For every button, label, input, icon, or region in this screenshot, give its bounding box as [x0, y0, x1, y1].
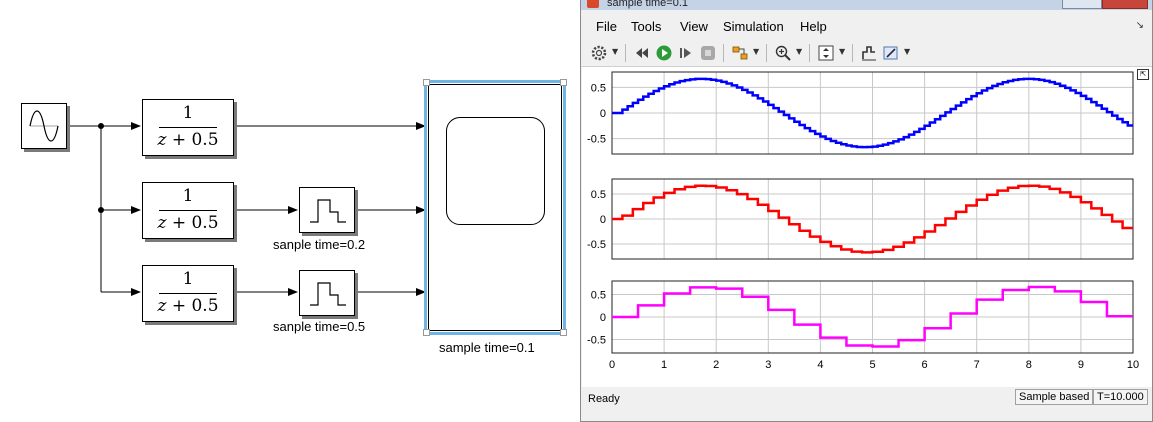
tf-numerator: 1: [182, 186, 194, 206]
zero-order-hold-block-1[interactable]: [299, 187, 355, 233]
scope-axes-1: 0.5 0 -0.5: [587, 71, 1134, 155]
matlab-icon: [587, 0, 599, 8]
zoom-icon[interactable]: [774, 44, 792, 62]
tf-numerator: 1: [182, 103, 194, 123]
zoh-label-1: sanple time=0.2: [273, 237, 366, 252]
transfer-function-block-2[interactable]: 1 z + 0.5: [142, 182, 234, 239]
sine-wave-icon: [29, 110, 59, 142]
window-controls: [1062, 0, 1148, 9]
x-tick-label: 6: [922, 359, 928, 371]
status-ready: Ready: [588, 393, 620, 405]
x-tick-label: 2: [713, 359, 719, 371]
tf-denominator: z + 0.5: [143, 296, 233, 316]
maximize-button[interactable]: [1062, 0, 1102, 9]
menu-file[interactable]: File: [596, 19, 617, 34]
rewind-icon[interactable]: [633, 44, 651, 62]
transfer-function-block-3[interactable]: 1 z + 0.5: [142, 265, 234, 322]
resize-handle[interactable]: [560, 79, 567, 86]
resize-handle[interactable]: [423, 79, 430, 86]
y-tick-label: -0.5: [587, 239, 606, 251]
simulink-diagram: 1 z + 0.5 1 z + 0.5 1 z + 0.5 sanple tim…: [0, 0, 580, 422]
window-title: sample time=0.1: [607, 0, 689, 9]
gear-icon[interactable]: [590, 44, 608, 62]
tf-denominator: z + 0.5: [143, 213, 233, 233]
x-tick-label: 7: [974, 359, 980, 371]
y-tick-label: -0.5: [587, 134, 606, 146]
x-tick-label: 1: [661, 359, 667, 371]
tf-constant: + 0.5: [166, 130, 219, 150]
menu-simulation[interactable]: Simulation: [723, 19, 784, 34]
scope-label: sample time=0.1: [439, 340, 535, 355]
x-tick-label: 5: [869, 359, 875, 371]
cursor-icon[interactable]: [882, 44, 900, 62]
menu-help[interactable]: Help: [800, 19, 827, 34]
stop-icon[interactable]: [699, 44, 717, 62]
toolbar: ▼ ▼ ▼ ▼ ▼: [581, 39, 1152, 67]
tf-numerator: 1: [182, 269, 194, 289]
chevron-down-icon[interactable]: ▼: [753, 47, 759, 56]
chevron-down-icon[interactable]: ▼: [796, 47, 802, 56]
resize-handle[interactable]: [423, 329, 430, 336]
menu-view[interactable]: View: [680, 19, 708, 34]
highlight-icon[interactable]: [731, 44, 749, 62]
chevron-down-icon[interactable]: ▼: [612, 47, 618, 56]
scope-axes-2: 0.5 0 -0.5: [587, 178, 1134, 260]
toolbar-separator: [852, 44, 853, 62]
x-tick-label: 10: [1127, 359, 1139, 371]
sine-wave-block[interactable]: [21, 103, 67, 149]
tf-denominator: z + 0.5: [143, 130, 233, 150]
dock-arrow-icon[interactable]: ↘: [1136, 20, 1144, 31]
tf-fraction-bar: [159, 127, 217, 128]
x-tick-label: 3: [765, 359, 771, 371]
status-mode: Sample based: [1015, 389, 1094, 405]
tf-constant: + 0.5: [166, 296, 219, 316]
status-bar: Ready Sample based T=10.000: [581, 387, 1152, 421]
x-tick-label: 4: [817, 359, 823, 371]
y-tick-label: 0: [600, 108, 606, 120]
resize-handle[interactable]: [560, 329, 567, 336]
y-tick-label: 0.5: [591, 189, 606, 201]
status-time: T=10.000: [1093, 389, 1148, 405]
tf-fraction-bar: [159, 210, 217, 211]
style-icon[interactable]: [860, 44, 878, 62]
title-bar[interactable]: sample time=0.1: [581, 0, 1152, 10]
menu-tools[interactable]: Tools: [631, 19, 661, 34]
x-tick-label: 0: [609, 359, 615, 371]
undock-icon[interactable]: ⇱: [1137, 69, 1149, 80]
toolbar-separator: [723, 44, 724, 62]
tf-constant: + 0.5: [166, 213, 219, 233]
scope-block[interactable]: [423, 79, 567, 336]
y-tick-label: 0.5: [591, 290, 606, 302]
scope-plots: 0.50-0.50.50-0.50.50-0.50 1 2 3 4 5 6 7 8 9 10: [587, 71, 1139, 371]
transfer-function-block-1[interactable]: 1 z + 0.5: [142, 99, 234, 156]
scope-screen-icon: [446, 117, 545, 225]
toolbar-separator: [809, 44, 810, 62]
y-tick-label: 0.5: [591, 82, 606, 94]
toolbar-separator: [625, 44, 626, 62]
chevron-down-icon[interactable]: ▼: [839, 47, 845, 56]
x-tick-label: 9: [1078, 359, 1084, 371]
zoh-step-icon: [310, 199, 346, 223]
toolbar-separator: [766, 44, 767, 62]
chevron-down-icon[interactable]: ▼: [904, 47, 910, 56]
close-button[interactable]: [1102, 0, 1148, 9]
x-tick-label: 8: [1026, 359, 1032, 371]
run-icon[interactable]: [655, 44, 673, 62]
zoh-step-icon: [310, 282, 346, 306]
scope-axes-3: 0.50-0.50 1 2 3 4 5 6 7 8 9 10: [587, 280, 1139, 371]
zoh-label-2: sanple time=0.5: [273, 319, 366, 334]
scale-axes-icon[interactable]: [817, 44, 835, 62]
y-tick-label: 0: [600, 312, 606, 324]
zero-order-hold-block-2[interactable]: [299, 270, 355, 316]
y-tick-label: -0.5: [587, 335, 606, 347]
menu-bar: File Tools View Simulation Help ↘: [581, 13, 1152, 39]
scope-window: sample time=0.1 File Tools View Simulati…: [580, 0, 1153, 422]
scope-plot-area: 0.5 0 -0.5 0.5 0 -0.5 0.5 0 -0.5 0 1 2 3 4 5 6 7 8 9 10 ⇱: [582, 67, 1152, 387]
tf-fraction-bar: [159, 293, 217, 294]
y-tick-label: 0: [600, 214, 606, 226]
step-forward-icon[interactable]: [677, 44, 695, 62]
